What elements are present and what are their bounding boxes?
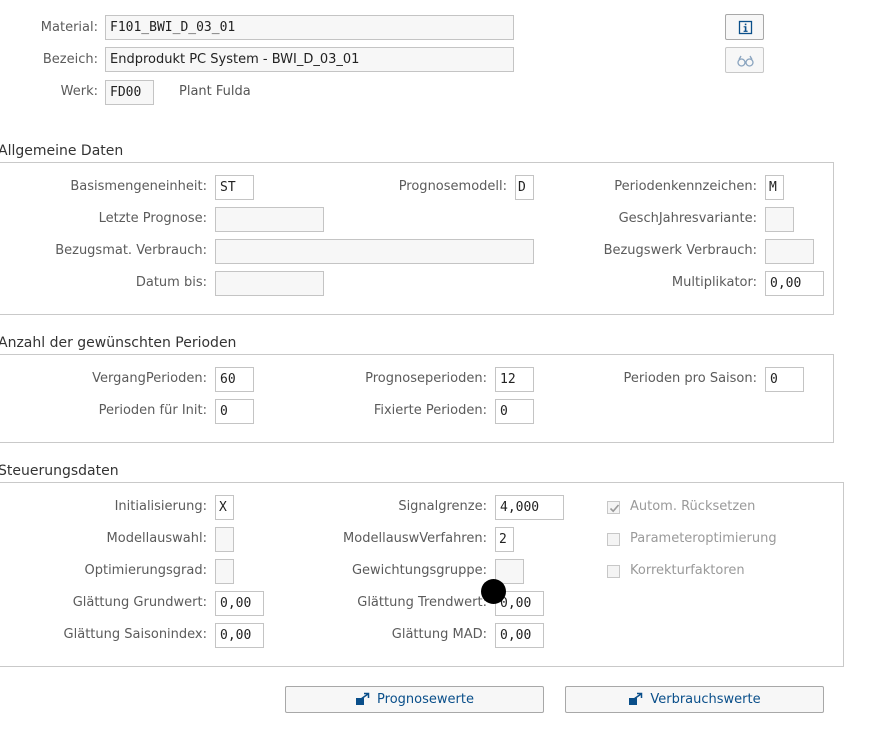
section-title-allgemeine-daten: Allgemeine Daten	[0, 143, 124, 159]
periodenkennzeichen-field[interactable]: M	[765, 175, 784, 200]
basismengeneinheit-label: Basismengeneinheit:	[70, 179, 207, 194]
werk-text: Plant Fulda	[179, 84, 251, 99]
autom-ruecksetzen-checkbox[interactable]	[607, 501, 620, 514]
material-label: Material:	[40, 20, 98, 35]
checkmark-icon	[609, 504, 620, 513]
modellauswahl-field[interactable]	[215, 527, 234, 552]
modellauswahl-label: Modellauswahl:	[106, 531, 207, 546]
vergangperioden-field[interactable]: 60	[215, 367, 254, 392]
verbrauchswerte-button[interactable]: Verbrauchswerte	[565, 686, 824, 713]
glaettung-grundwert-field[interactable]: 0,00	[215, 591, 264, 616]
material-field[interactable]: F101_BWI_D_03_01	[105, 15, 514, 40]
display-button[interactable]	[725, 47, 764, 73]
section-title-steuerungsdaten: Steuerungsdaten	[0, 463, 119, 479]
prognosemodell-field[interactable]: D	[515, 175, 534, 200]
prognosewerte-button[interactable]: Prognosewerte	[285, 686, 544, 713]
multiplikator-field[interactable]: 0,00	[765, 271, 824, 296]
bezugswerk-verbrauch-label: Bezugswerk Verbrauch:	[603, 243, 757, 258]
vergangperioden-label: VergangPerioden:	[92, 371, 207, 386]
glaettung-mad-field[interactable]: 0,00	[495, 623, 544, 648]
werk-label: Werk:	[60, 84, 98, 99]
bezeich-field[interactable]: Endprodukt PC System - BWI_D_03_01	[105, 47, 514, 72]
signalgrenze-field[interactable]: 4,000	[495, 495, 564, 520]
glaettung-saisonindex-field[interactable]: 0,00	[215, 623, 264, 648]
bezugsmat-verbrauch-label: Bezugsmat. Verbrauch:	[55, 243, 207, 258]
periodenkennzeichen-label: Periodenkennzeichen:	[614, 179, 757, 194]
datum-bis-field[interactable]	[215, 271, 324, 296]
parameteroptimierung-checkbox[interactable]	[607, 533, 620, 546]
bezeich-label: Bezeich:	[42, 52, 98, 67]
glaettung-grundwert-label: Glättung Grundwert:	[72, 595, 207, 610]
perioden-pro-saison-field[interactable]: 0	[765, 367, 804, 392]
prognoseperioden-field[interactable]: 12	[495, 367, 534, 392]
prognosemodell-label: Prognosemodell:	[398, 179, 507, 194]
glaettung-mad-label: Glättung MAD:	[391, 627, 487, 642]
geschjahresvariante-field[interactable]	[765, 207, 794, 232]
basismengeneinheit-field[interactable]: ST	[215, 175, 254, 200]
gewichtungsgruppe-label: Gewichtungsgruppe:	[351, 563, 487, 578]
optimierungsgrad-label: Optimierungsgrad:	[84, 563, 207, 578]
info-button[interactable]	[725, 14, 764, 40]
modellauswverfahren-label: ModellauswVerfahren:	[343, 531, 487, 546]
fixierte-perioden-field[interactable]: 0	[495, 399, 534, 424]
verbrauchswerte-label: Verbrauchswerte	[650, 692, 761, 707]
perioden-pro-saison-label: Perioden pro Saison:	[623, 371, 757, 386]
info-icon	[738, 20, 753, 35]
mouse-cursor	[481, 579, 506, 604]
optimierungsgrad-field[interactable]	[215, 559, 234, 584]
prognosewerte-label: Prognosewerte	[377, 692, 474, 707]
letzte-prognose-field[interactable]	[215, 207, 324, 232]
section-title-perioden: Anzahl der gewünschten Perioden	[0, 335, 237, 351]
bezugsmat-verbrauch-field[interactable]	[215, 239, 534, 264]
prognoseperioden-label: Prognoseperioden:	[365, 371, 487, 386]
werk-field[interactable]: FD00	[105, 80, 154, 105]
korrekturfaktoren-checkbox[interactable]	[607, 565, 620, 578]
korrekturfaktoren-label: Korrekturfaktoren	[630, 563, 745, 578]
glasses-icon	[737, 55, 754, 67]
letzte-prognose-label: Letzte Prognose:	[98, 211, 207, 226]
geschjahresvariante-label: GeschJahresvariante:	[618, 211, 757, 226]
initialisierung-field[interactable]: X	[215, 495, 234, 520]
glaettung-trendwert-label: Glättung Trendwert:	[357, 595, 487, 610]
datum-bis-label: Datum bis:	[135, 275, 207, 290]
modellauswverfahren-field[interactable]: 2	[495, 527, 514, 552]
bezugswerk-verbrauch-field[interactable]	[765, 239, 814, 264]
perioden-fuer-init-label: Perioden für Init:	[98, 403, 207, 418]
perioden-fuer-init-field[interactable]: 0	[215, 399, 254, 424]
signalgrenze-label: Signalgrenze:	[398, 499, 487, 514]
fixierte-perioden-label: Fixierte Perioden:	[373, 403, 487, 418]
glaettung-saisonindex-label: Glättung Saisonindex:	[63, 627, 207, 642]
parameteroptimierung-label: Parameteroptimierung	[630, 531, 777, 546]
autom-ruecksetzen-label: Autom. Rücksetzen	[630, 499, 756, 514]
navigate-icon	[629, 692, 643, 705]
navigate-icon	[356, 692, 370, 705]
initialisierung-label: Initialisierung:	[114, 499, 207, 514]
multiplikator-label: Multiplikator:	[671, 275, 757, 290]
